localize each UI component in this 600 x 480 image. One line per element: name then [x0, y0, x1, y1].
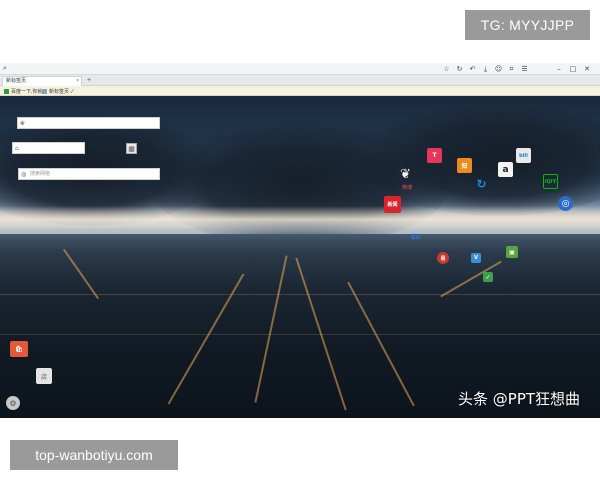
wallpaper: ❀ ⌂ ▦ ◍ 搜索网络 ❦ 微博 T 知 bili a iQIY ↻ 新闻 ◎…	[0, 96, 600, 418]
page-icon	[42, 88, 47, 94]
search-placeholder: 搜索网络	[30, 171, 51, 177]
street-light	[0, 334, 600, 335]
bookmarks-bar: 百度一下,你就 新标签页 ✓	[0, 86, 600, 96]
site-badge: top-wanbotiyu.com	[10, 440, 178, 470]
amazon-icon[interactable]: a	[498, 162, 513, 177]
shopping-bag-icon[interactable]: 🛍	[10, 341, 28, 357]
zhihu-icon[interactable]: 知	[457, 158, 472, 173]
address-bar[interactable]	[0, 63, 440, 75]
street-light	[62, 248, 100, 300]
bookmark-label: 新标签页 ✓	[49, 88, 74, 95]
horizon-glow	[0, 206, 600, 236]
watermark: 头条 @PPT狂想曲	[458, 390, 581, 408]
refresh-icon[interactable]: ↻	[453, 63, 466, 75]
search-icon: ⌕	[3, 65, 7, 72]
new-tab-button[interactable]: +	[84, 76, 94, 86]
close-icon[interactable]: ✕	[580, 63, 594, 75]
toolbar-icons: ☆ ↻ ↶ ⤓ ☺ ⌗ ☰	[440, 63, 531, 75]
page: TG: MYYJJPP ⌕ ☆ ↻ ↶ ⤓ ☺ ⌗ ☰ – □ ✕ 新标签页 ×…	[0, 0, 600, 480]
search-box-1[interactable]: ❀	[17, 117, 160, 129]
tab-bar: 新标签页 × +	[0, 75, 600, 86]
star-icon[interactable]: ☆	[440, 63, 453, 75]
screenshot-frame: ⌕ ☆ ↻ ↶ ⤓ ☺ ⌗ ☰ – □ ✕ 新标签页 × + 百度一下,你就 新…	[0, 63, 600, 418]
download-icon[interactable]: ⤓	[479, 63, 492, 75]
crop-icon[interactable]: ⌗	[505, 63, 518, 75]
street-light	[254, 255, 288, 403]
weibo-icon[interactable]: ❦	[398, 167, 413, 182]
search-box-3[interactable]: ◍ 搜索网络	[18, 168, 160, 180]
bookmark-item[interactable]: 百度一下,你就	[4, 87, 42, 95]
store-icon[interactable]: 店	[36, 368, 52, 384]
bookmark-label: 百度一下,你就	[11, 88, 43, 95]
browser-toolbar: ⌕ ☆ ↻ ↶ ⤓ ☺ ⌗ ☰ – □ ✕	[0, 63, 600, 75]
user-icon[interactable]: ☺	[492, 63, 505, 75]
image-button[interactable]: ▦	[126, 143, 137, 154]
search-box-2[interactable]: ⌂	[12, 142, 85, 154]
iqiyi-icon[interactable]: iQIY	[543, 174, 558, 189]
home-icon: ⌂	[15, 145, 19, 152]
street-light	[0, 294, 600, 295]
news-icon[interactable]: 新闻	[384, 196, 401, 213]
menu-icon[interactable]: ☰	[518, 63, 531, 75]
vip-icon[interactable]: V	[471, 253, 481, 263]
tg-badge: TG: MYYJJPP	[465, 10, 590, 40]
green-app-icon[interactable]: ▣	[506, 246, 518, 258]
undo-icon[interactable]: ↶	[466, 63, 479, 75]
bilibili-icon[interactable]: bili	[516, 148, 531, 163]
globe-icon: ◍	[21, 171, 27, 178]
netease-icon[interactable]: 易	[437, 252, 449, 264]
minimize-icon[interactable]: –	[552, 63, 566, 75]
green-square-icon	[4, 88, 9, 94]
weibo-label: 微博	[402, 185, 413, 191]
paw-icon: ❀	[20, 120, 26, 127]
maximize-icon[interactable]: □	[566, 63, 580, 75]
baidu-icon[interactable]: du	[408, 229, 423, 244]
street-light	[347, 281, 415, 407]
tab-close-icon[interactable]: ×	[76, 77, 79, 86]
leaf-icon[interactable]: ✓	[483, 272, 493, 282]
settings-icon[interactable]: ⚙	[6, 396, 20, 410]
refresh-blue-icon[interactable]: ↻	[474, 176, 489, 191]
tab-new-tab[interactable]: 新标签页 ×	[2, 76, 82, 86]
toutiao-icon[interactable]: T	[427, 148, 442, 163]
bookmark-item[interactable]: 新标签页 ✓	[42, 87, 74, 95]
window-controls: – □ ✕	[552, 63, 594, 75]
target-icon[interactable]: ◎	[558, 196, 573, 211]
tab-title: 新标签页	[6, 78, 27, 84]
